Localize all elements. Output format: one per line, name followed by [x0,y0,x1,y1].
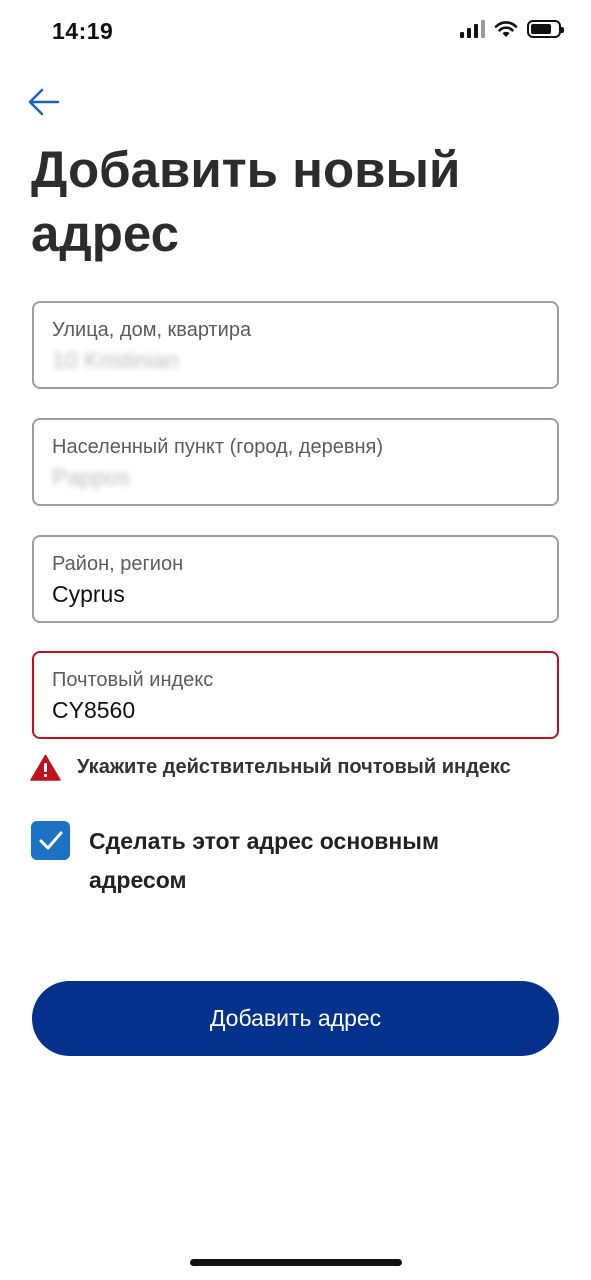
wifi-icon [494,21,518,37]
status-time: 14:19 [52,18,114,44]
street-input[interactable] [52,347,532,374]
battery-level [531,24,551,34]
default-address-checkbox[interactable] [31,821,70,860]
region-field[interactable]: Район, регион [32,535,559,623]
home-indicator [190,1259,402,1266]
city-field[interactable]: Населенный пункт (город, деревня) [32,418,559,506]
default-address-label[interactable]: Сделать этот адрес основным адресом [89,822,509,900]
arrow-left-icon [28,88,60,116]
page-title: Добавить новый адрес [31,141,461,262]
region-label: Район, регион [52,553,184,575]
street-label: Улица, дом, квартира [52,319,252,341]
postal-code-error: Укажите действительный почтовый индекс [30,754,511,781]
status-bar: 14:19 [0,0,591,64]
status-icons [460,20,564,38]
add-address-button[interactable]: Добавить адрес [32,981,559,1056]
checkmark-icon [39,831,63,850]
city-label: Населенный пункт (город, деревня) [52,436,384,458]
cellular-signal-icon [460,20,485,38]
back-button[interactable] [26,84,64,120]
region-input[interactable] [52,581,532,608]
postal-code-input[interactable] [52,697,532,724]
warning-icon [30,754,61,781]
street-field[interactable]: Улица, дом, квартира [32,301,559,389]
postal-code-field[interactable]: Почтовый индекс [32,651,559,739]
city-input[interactable] [52,464,532,491]
error-message: Укажите действительный почтовый индекс [77,756,511,778]
postal-code-label: Почтовый индекс [52,669,214,691]
battery-icon [527,20,564,38]
